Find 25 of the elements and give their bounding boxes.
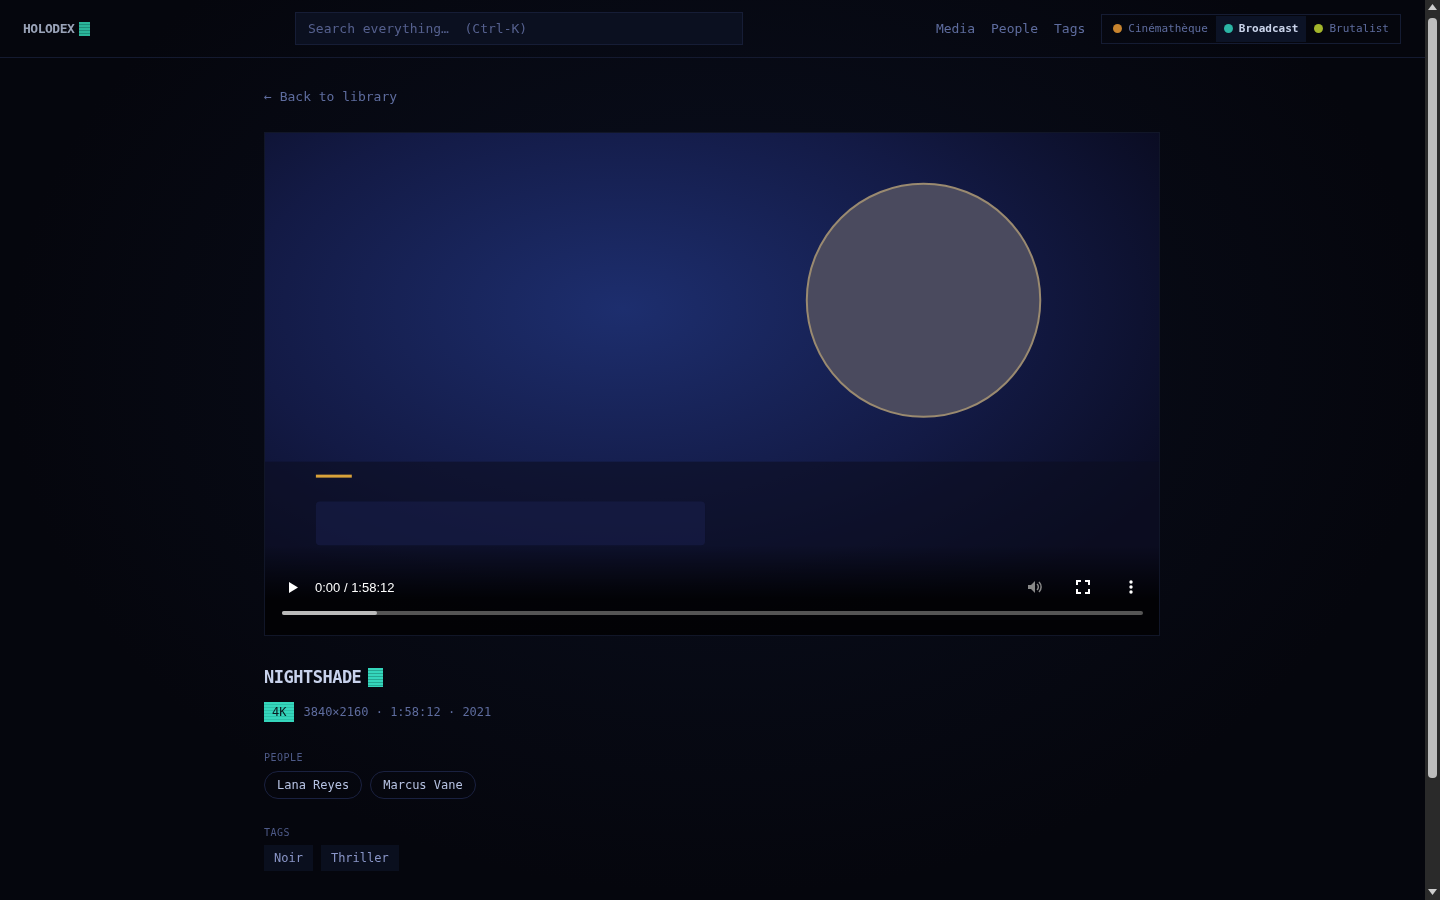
time-display: 0:00 / 1:58:12 — [315, 579, 395, 595]
volume-icon — [1027, 579, 1043, 595]
fullscreen-icon — [1076, 580, 1090, 594]
progress-bar[interactable] — [282, 611, 1143, 615]
nav-link[interactable]: People — [991, 21, 1038, 36]
media-title: NIGHTSHADE — [264, 667, 362, 687]
tag-chip[interactable]: Noir — [264, 845, 313, 871]
resolution-badge: 4K — [264, 702, 295, 722]
scrollbar-drawing[interactable] — [1425, 0, 1440, 900]
nav-link[interactable]: Media — [935, 21, 975, 36]
logo-text: HOLODEX — [23, 21, 75, 36]
play-icon — [287, 580, 299, 594]
section-label: TAGS — [264, 827, 292, 838]
nav-link[interactable]: Tags — [1054, 21, 1086, 36]
media-meta: 3840×2160 · 1:58:12 · 2021 — [303, 705, 492, 719]
logo-block-icon — [79, 21, 91, 36]
more-icon — [1129, 580, 1133, 594]
back-link[interactable]: ← Back to library — [264, 89, 398, 104]
section-label: PEOPLE — [264, 752, 305, 763]
search-field[interactable]: Search everything… (Ctrl-K) — [295, 12, 743, 45]
title-block-icon — [368, 667, 384, 687]
theme-option[interactable]: Brutalist — [1306, 15, 1397, 42]
theme-option[interactable]: Broadcast — [1215, 15, 1307, 42]
theme-option[interactable]: Cinémathèque — [1105, 15, 1216, 42]
tag-chip[interactable]: Thriller — [320, 845, 399, 871]
